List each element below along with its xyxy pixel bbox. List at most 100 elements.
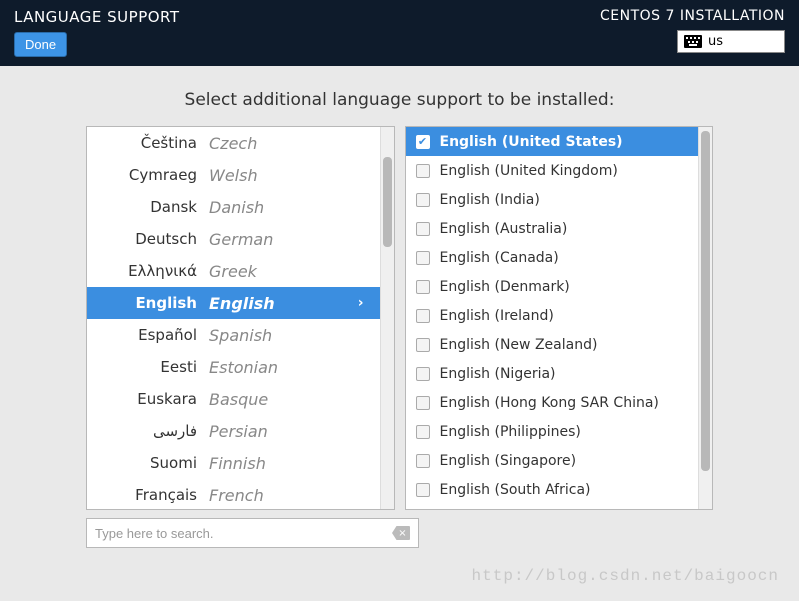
locale-row[interactable]: English (Australia) <box>406 214 699 243</box>
header-right: CENTOS 7 INSTALLATION us <box>600 8 785 58</box>
locale-checkbox[interactable] <box>416 396 430 410</box>
header-bar: LANGUAGE SUPPORT Done CENTOS 7 INSTALLAT… <box>0 0 799 66</box>
language-english-name: Persian <box>209 422 372 441</box>
locale-checkbox[interactable] <box>416 483 430 497</box>
locale-row[interactable]: English (India) <box>406 185 699 214</box>
language-english-name: German <box>209 230 372 249</box>
locale-label: English (Denmark) <box>440 279 570 295</box>
language-native-name: Cymraeg <box>87 166 209 184</box>
keyboard-indicator[interactable]: us <box>677 30 785 53</box>
language-english-name: French <box>209 486 372 505</box>
page-title: LANGUAGE SUPPORT <box>14 8 180 26</box>
locale-row[interactable]: English (New Zealand) <box>406 330 699 359</box>
language-english-name: Finnish <box>209 454 372 473</box>
locale-checkbox[interactable] <box>416 164 430 178</box>
language-native-name: Dansk <box>87 198 209 216</box>
keyboard-layout-label: us <box>708 34 723 49</box>
language-row[interactable]: EestiEstonian <box>87 351 380 383</box>
locale-label: English (India) <box>440 192 540 208</box>
language-panel: ČeštinaCzechCymraegWelshDanskDanishDeuts… <box>86 126 395 510</box>
locale-label: English (Philippines) <box>440 424 581 440</box>
language-scrollbar[interactable] <box>380 127 394 509</box>
language-row[interactable]: CymraegWelsh <box>87 159 380 191</box>
language-row[interactable]: DanskDanish <box>87 191 380 223</box>
locale-label: English (Singapore) <box>440 453 577 469</box>
locale-label: English (Australia) <box>440 221 568 237</box>
locale-label: English (South Africa) <box>440 482 591 498</box>
language-english-name: English <box>209 294 358 313</box>
locale-row[interactable]: English (South Africa) <box>406 475 699 504</box>
search-input[interactable] <box>95 526 392 541</box>
main-content: ČeštinaCzechCymraegWelshDanskDanishDeuts… <box>0 126 799 510</box>
locale-label: English (New Zealand) <box>440 337 598 353</box>
scrollbar-thumb[interactable] <box>383 157 392 247</box>
language-row[interactable]: EspañolSpanish <box>87 319 380 351</box>
installer-title: CENTOS 7 INSTALLATION <box>600 8 785 24</box>
locale-checkbox[interactable] <box>416 251 430 265</box>
search-box[interactable]: × <box>86 518 419 548</box>
locale-row[interactable]: ✔ English (United States) <box>406 127 699 156</box>
language-english-name: Czech <box>209 134 372 153</box>
clear-search-icon[interactable]: × <box>392 526 410 540</box>
done-button[interactable]: Done <box>14 32 67 57</box>
language-native-name: Čeština <box>87 134 209 152</box>
locale-checkbox[interactable] <box>416 454 430 468</box>
locale-label: English (United Kingdom) <box>440 163 618 179</box>
locale-row[interactable]: English (Singapore) <box>406 446 699 475</box>
language-native-name: Eesti <box>87 358 209 376</box>
locale-scrollbar[interactable] <box>698 127 712 509</box>
language-row[interactable]: SuomiFinnish <box>87 447 380 479</box>
locale-checkbox[interactable]: ✔ <box>416 135 430 149</box>
locale-row[interactable]: English (United Kingdom) <box>406 156 699 185</box>
language-native-name: Euskara <box>87 390 209 408</box>
locale-label: English (Canada) <box>440 250 559 266</box>
locale-row[interactable]: English (Ireland) <box>406 301 699 330</box>
language-native-name: Deutsch <box>87 230 209 248</box>
locale-label: English (Hong Kong SAR China) <box>440 395 659 411</box>
language-english-name: Danish <box>209 198 372 217</box>
locale-label: English (Ireland) <box>440 308 554 324</box>
language-row[interactable]: ČeštinaCzech <box>87 127 380 159</box>
locale-label: English (United States) <box>440 134 623 150</box>
locale-row[interactable]: English (Philippines) <box>406 417 699 446</box>
language-list: ČeštinaCzechCymraegWelshDanskDanishDeuts… <box>87 127 380 509</box>
language-english-name: Greek <box>209 262 372 281</box>
locale-checkbox[interactable] <box>416 193 430 207</box>
locale-row[interactable]: English (Canada) <box>406 243 699 272</box>
language-row[interactable]: FrançaisFrench <box>87 479 380 509</box>
keyboard-icon <box>684 35 702 48</box>
locale-panel: ✔ English (United States) English (United … <box>405 126 714 510</box>
locale-row[interactable]: English (Denmark) <box>406 272 699 301</box>
language-row[interactable]: EnglishEnglish› <box>87 287 380 319</box>
locale-checkbox[interactable] <box>416 309 430 323</box>
watermark-text: http://blog.csdn.net/baigoocn <box>472 567 779 585</box>
language-row[interactable]: فارسیPersian <box>87 415 380 447</box>
language-english-name: Welsh <box>209 166 372 185</box>
header-left: LANGUAGE SUPPORT Done <box>14 8 180 58</box>
locale-checkbox[interactable] <box>416 338 430 352</box>
chevron-right-icon: › <box>358 295 372 311</box>
locale-checkbox[interactable] <box>416 280 430 294</box>
language-row[interactable]: DeutschGerman <box>87 223 380 255</box>
language-native-name: Español <box>87 326 209 344</box>
instruction-text: Select additional language support to be… <box>0 90 799 110</box>
language-english-name: Spanish <box>209 326 372 345</box>
locale-row[interactable]: English (Nigeria) <box>406 359 699 388</box>
language-native-name: Ελληνικά <box>87 262 209 280</box>
language-row[interactable]: EuskaraBasque <box>87 383 380 415</box>
language-native-name: English <box>87 294 209 312</box>
language-native-name: Suomi <box>87 454 209 472</box>
language-native-name: Français <box>87 486 209 504</box>
language-row[interactable]: ΕλληνικάGreek <box>87 255 380 287</box>
locale-checkbox[interactable] <box>416 425 430 439</box>
language-english-name: Basque <box>209 390 372 409</box>
locale-checkbox[interactable] <box>416 222 430 236</box>
locale-row[interactable]: English (Hong Kong SAR China) <box>406 388 699 417</box>
language-native-name: فارسی <box>87 422 209 440</box>
language-english-name: Estonian <box>209 358 372 377</box>
locale-checkbox[interactable] <box>416 367 430 381</box>
locale-label: English (Nigeria) <box>440 366 556 382</box>
locale-list: ✔ English (United States) English (United … <box>406 127 699 509</box>
search-row: × <box>86 518 419 548</box>
scrollbar-thumb[interactable] <box>701 131 710 471</box>
